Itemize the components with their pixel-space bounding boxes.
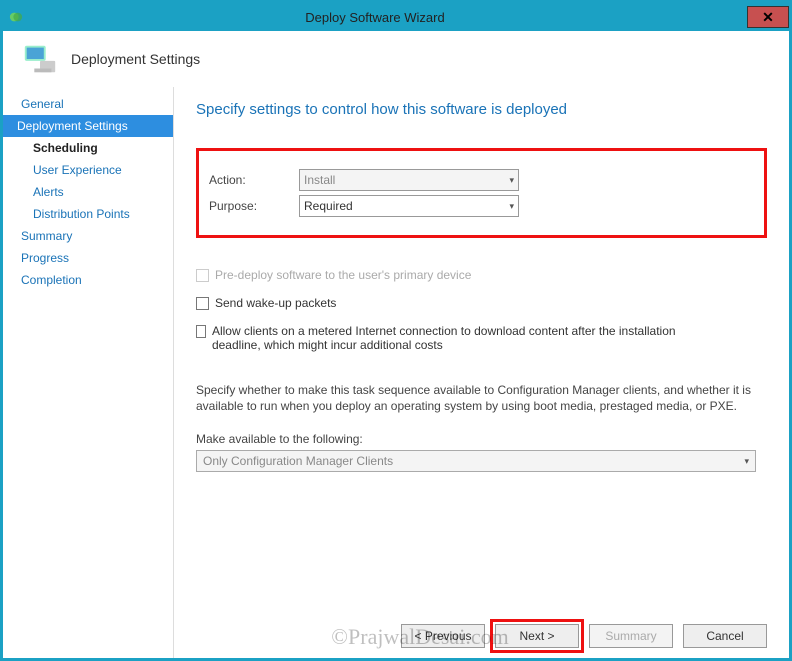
sidebar-item-alerts[interactable]: Alerts [3, 181, 173, 203]
banner: Deployment Settings [3, 31, 789, 87]
purpose-label: Purpose: [209, 199, 299, 213]
next-button[interactable]: Next > [495, 624, 579, 648]
availability-value: Only Configuration Manager Clients [203, 454, 393, 468]
action-label: Action: [209, 173, 299, 187]
chevron-down-icon: ▾ [509, 201, 514, 212]
sidebar-item-scheduling[interactable]: Scheduling [3, 137, 173, 159]
checkbox-wakeup[interactable]: Send wake-up packets [196, 296, 716, 310]
purpose-select[interactable]: Required ▾ [299, 195, 519, 217]
sidebar-item-completion[interactable]: Completion [3, 269, 173, 291]
checkbox-wakeup-label: Send wake-up packets [215, 296, 336, 310]
checkbox-predeploy: Pre-deploy software to the user's primar… [196, 268, 716, 282]
close-button[interactable]: ✕ [747, 6, 789, 28]
checkbox-box[interactable] [196, 297, 209, 310]
sidebar-item-summary[interactable]: Summary [3, 225, 173, 247]
chevron-down-icon: ▾ [509, 175, 514, 186]
availability-select[interactable]: Only Configuration Manager Clients ▾ [196, 450, 756, 472]
content-panel: Specify settings to control how this sof… [174, 87, 789, 658]
checkbox-box[interactable] [196, 325, 206, 338]
row-action: Action: Install ▾ [209, 169, 742, 191]
checkbox-predeploy-label: Pre-deploy software to the user's primar… [215, 268, 471, 282]
highlight-box: Action: Install ▾ Purpose: Required ▾ [196, 148, 767, 238]
button-bar: < Previous Next > Summary Cancel [196, 612, 767, 648]
sidebar-item-distribution-points[interactable]: Distribution Points [3, 203, 173, 225]
banner-title: Deployment Settings [71, 51, 200, 67]
computer-icon [21, 40, 59, 78]
checkbox-metered[interactable]: Allow clients on a metered Internet conn… [196, 324, 716, 352]
titlebar: Deploy Software Wizard ✕ [3, 3, 789, 31]
purpose-value: Required [304, 199, 353, 213]
action-value: Install [304, 173, 335, 187]
row-purpose: Purpose: Required ▾ [209, 195, 742, 217]
checkbox-box [196, 269, 209, 282]
sidebar-item-general[interactable]: General [3, 93, 173, 115]
sidebar-item-progress[interactable]: Progress [3, 247, 173, 269]
wizard-window: Deploy Software Wizard ✕ Deployment Sett… [0, 0, 792, 661]
sidebar: General Deployment Settings Scheduling U… [3, 87, 173, 658]
action-select[interactable]: Install ▾ [299, 169, 519, 191]
close-icon: ✕ [762, 9, 774, 26]
previous-button[interactable]: < Previous [401, 624, 485, 648]
content-heading: Specify settings to control how this sof… [196, 101, 767, 118]
summary-button: Summary [589, 624, 673, 648]
body: General Deployment Settings Scheduling U… [3, 87, 789, 658]
sidebar-item-user-experience[interactable]: User Experience [3, 159, 173, 181]
sidebar-item-deployment-settings[interactable]: Deployment Settings [3, 115, 173, 137]
window-title: Deploy Software Wizard [3, 10, 747, 25]
checkbox-metered-label: Allow clients on a metered Internet conn… [212, 324, 716, 352]
cancel-button[interactable]: Cancel [683, 624, 767, 648]
favicon-icon [9, 10, 23, 24]
availability-description: Specify whether to make this task sequen… [196, 382, 756, 414]
availability-label: Make available to the following: [196, 432, 767, 446]
chevron-down-icon: ▾ [744, 456, 749, 467]
